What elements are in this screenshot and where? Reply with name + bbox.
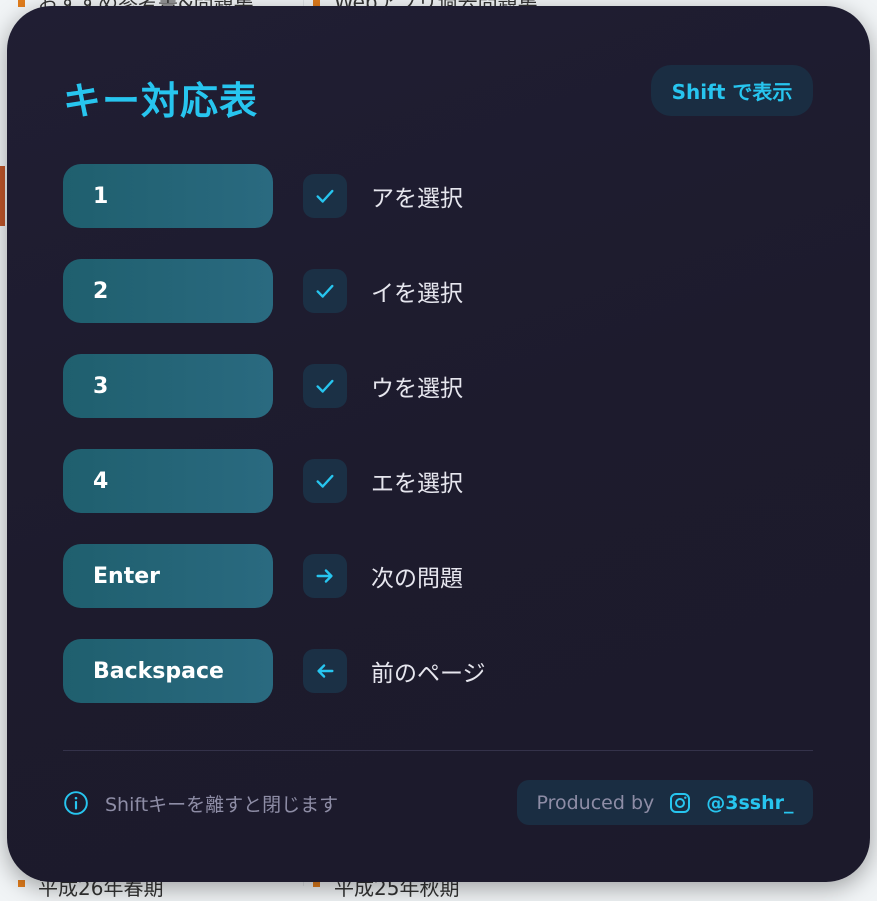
footer-note: Shiftキーを離すと閉じます [63,788,338,818]
modal-title: キー対応表 [63,79,259,123]
key-label: 4 [63,449,273,513]
action-label: アを選択 [371,186,463,212]
check-icon [303,174,347,218]
arrow-left-icon [303,649,347,693]
key-row-backspace: Backspace 前のページ [63,639,763,703]
key-row-1: 1 アを選択 [63,164,763,228]
action-label: ウを選択 [371,376,463,402]
author-handle[interactable]: @3sshr_ [706,792,793,814]
arrow-right-icon [303,554,347,598]
action-label: イを選択 [371,281,463,307]
key-label: Enter [63,544,273,608]
info-icon [63,790,89,816]
action-label: 前のページ [371,661,486,687]
check-icon [303,459,347,503]
action-label: 次の問題 [371,566,463,592]
produced-by-label: Produced by [536,791,655,814]
key-row-3: 3 ウを選択 [63,354,763,418]
bullet-marker [18,0,25,7]
key-map-modal: キー対応表 Shift で表示 1 アを選択 2 イを選択 3 ウを選択 4 エ… [7,6,870,882]
key-row-4: 4 エを選択 [63,449,763,513]
key-label: 3 [63,354,273,418]
check-icon [303,269,347,313]
key-row-enter: Enter 次の問題 [63,544,763,608]
key-label: 1 [63,164,273,228]
footer-divider [63,750,813,751]
key-label: Backspace [63,639,273,703]
side-accent-bar [0,166,5,226]
key-row-2: 2 イを選択 [63,259,763,323]
action-label: エを選択 [371,471,463,497]
check-icon [303,364,347,408]
credit-badge[interactable]: Produced by @3sshr_ [517,780,813,825]
key-label: 2 [63,259,273,323]
shift-display-button[interactable]: Shift で表示 [651,65,813,116]
instagram-icon [668,791,692,815]
footer-note-text: Shiftキーを離すと閉じます [105,793,339,816]
